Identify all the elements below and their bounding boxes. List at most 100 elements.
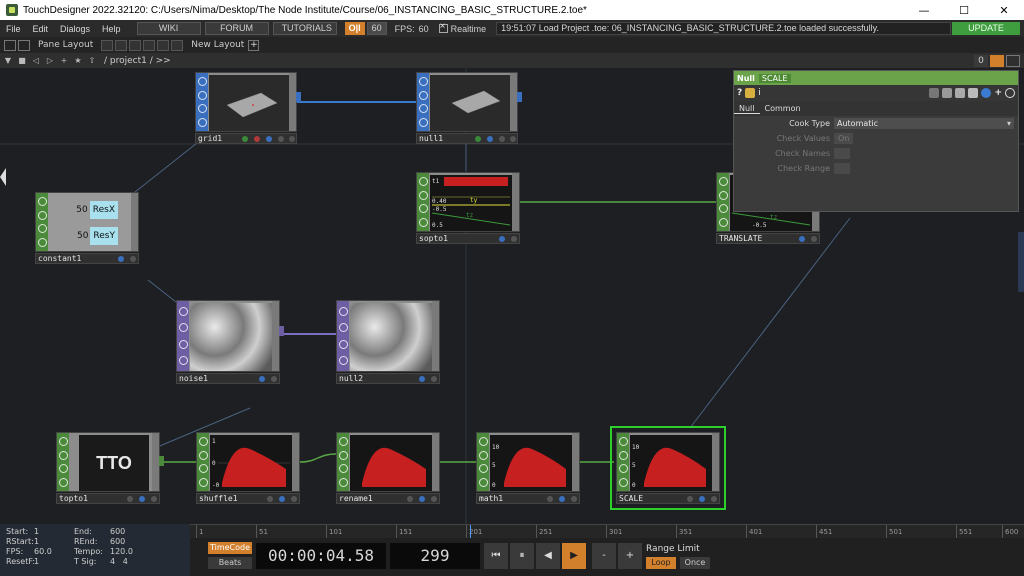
- layout-slot-3[interactable]: [129, 39, 142, 51]
- eraser-icon[interactable]: [955, 88, 966, 98]
- pane-split-icon-2[interactable]: [18, 39, 30, 51]
- node-flag-strip[interactable]: [617, 433, 629, 491]
- node-rename1[interactable]: rename1: [336, 432, 440, 504]
- menu-edit[interactable]: Edit: [27, 24, 55, 34]
- node-scale-selected[interactable]: 10 5 0 SCALE: [610, 426, 726, 510]
- add-icon[interactable]: +: [58, 55, 70, 66]
- loop-button[interactable]: Loop: [646, 557, 676, 569]
- menu-dialogs[interactable]: Dialogs: [54, 24, 96, 34]
- tsig-value-b[interactable]: 4: [123, 557, 128, 566]
- fps-value[interactable]: 60.0: [34, 547, 74, 556]
- pause-icon[interactable]: ⏸: [510, 543, 534, 569]
- add-icon[interactable]: +: [994, 88, 1002, 98]
- menu-file[interactable]: File: [0, 24, 27, 34]
- step-minus-button[interactable]: -: [592, 543, 616, 569]
- node-output-connector[interactable]: [517, 92, 522, 102]
- edit-icon[interactable]: [929, 88, 940, 98]
- timecode-display[interactable]: 00:00:04.58: [256, 543, 386, 569]
- forum-button[interactable]: FORUM: [204, 22, 269, 35]
- node-flag-strip[interactable]: [337, 433, 349, 491]
- node-flag-strip[interactable]: [337, 301, 349, 371]
- help-icon[interactable]: ?: [737, 88, 742, 98]
- node-name[interactable]: rename1: [339, 494, 373, 504]
- node-flag-strip[interactable]: [417, 73, 429, 131]
- cook-type-select[interactable]: Automatic: [834, 118, 1014, 129]
- right-edge-tab[interactable]: [1018, 232, 1024, 292]
- tab-common[interactable]: Common: [760, 104, 806, 113]
- step-plus-button[interactable]: +: [618, 543, 642, 569]
- node-name[interactable]: grid1: [198, 134, 222, 144]
- timeline-ruler[interactable]: 1 51 101 151 201 251 301 351 401 451 501…: [190, 524, 1024, 539]
- bookmark-star-icon[interactable]: ★: [72, 55, 84, 66]
- node-name[interactable]: sopto1: [419, 234, 448, 244]
- node-output-connector[interactable]: [296, 92, 301, 102]
- operator-name[interactable]: SCALE: [758, 73, 791, 83]
- tutorials-button[interactable]: TUTORIALS: [272, 22, 337, 35]
- node-name[interactable]: topto1: [59, 494, 88, 504]
- node-noise1[interactable]: noise1: [176, 300, 284, 384]
- node-shuffle1[interactable]: 1 0 -0 shuffle1: [196, 432, 300, 504]
- tempo-value[interactable]: 120.0: [110, 547, 150, 556]
- view-mode-button[interactable]: [990, 54, 1004, 67]
- node-flag-strip[interactable]: [717, 173, 729, 231]
- node-name[interactable]: null2: [339, 374, 363, 384]
- menu-help[interactable]: Help: [96, 24, 127, 34]
- stop-icon[interactable]: ■: [16, 55, 28, 66]
- node-output-connector[interactable]: [279, 326, 284, 336]
- node-flag-strip[interactable]: [57, 433, 69, 491]
- layout-slot-4[interactable]: [143, 39, 156, 51]
- close-button[interactable]: ✕: [984, 4, 1024, 17]
- view-mode-button-2[interactable]: [1006, 54, 1020, 67]
- resetf-value[interactable]: 1: [34, 557, 74, 566]
- node-name[interactable]: SCALE: [619, 494, 643, 504]
- node-name[interactable]: constant1: [38, 254, 81, 264]
- node-math1[interactable]: 10 5 0 math1: [476, 432, 580, 504]
- once-button[interactable]: Once: [680, 557, 710, 569]
- layout-slot-6[interactable]: [171, 39, 184, 51]
- network-path[interactable]: / project1 / >>: [104, 56, 171, 66]
- python-icon[interactable]: [745, 88, 756, 98]
- frame-display[interactable]: 299: [390, 543, 480, 569]
- node-grid1[interactable]: grid1: [195, 72, 301, 144]
- check-range-toggle[interactable]: [834, 163, 850, 174]
- realtime-checkbox[interactable]: [438, 21, 448, 33]
- forward-icon[interactable]: ▷: [44, 55, 56, 66]
- node-name[interactable]: shuffle1: [199, 494, 238, 504]
- layout-slot-1[interactable]: [101, 39, 114, 51]
- timeline-playhead[interactable]: [470, 525, 471, 539]
- layout-slot-5[interactable]: [157, 39, 170, 51]
- node-null1[interactable]: null1: [416, 72, 522, 144]
- play-icon[interactable]: ▶: [562, 543, 586, 569]
- tab-null[interactable]: Null: [734, 104, 760, 114]
- beats-button[interactable]: Beats: [208, 557, 252, 569]
- node-name[interactable]: noise1: [179, 374, 208, 384]
- step-back-icon[interactable]: ◀: [536, 543, 560, 569]
- node-flag-strip[interactable]: [36, 193, 48, 251]
- target-icon[interactable]: [1005, 88, 1015, 98]
- up-arrow-icon[interactable]: ⇧: [86, 55, 98, 66]
- node-name[interactable]: null1: [419, 134, 443, 144]
- minimize-button[interactable]: —: [904, 4, 944, 17]
- menu-arrow-icon[interactable]: ▼: [2, 55, 14, 66]
- maximize-button[interactable]: ☐: [944, 4, 984, 17]
- rend-value[interactable]: 600: [110, 537, 150, 546]
- check-names-toggle[interactable]: [834, 148, 850, 159]
- timecode-button[interactable]: TimeCode: [208, 542, 252, 554]
- tsig-value-a[interactable]: 4: [110, 557, 115, 566]
- node-flag-strip[interactable]: [477, 433, 489, 491]
- node-topto1[interactable]: TTO topto1: [56, 432, 164, 504]
- node-constant1[interactable]: 50 ResX 50 ResY constant1: [35, 192, 139, 264]
- node-flag-strip[interactable]: [197, 433, 209, 491]
- start-value[interactable]: 1: [34, 527, 74, 536]
- fps-cap-button[interactable]: 60: [366, 22, 387, 35]
- info-icon[interactable]: i: [758, 88, 761, 98]
- wiki-button[interactable]: WIKI: [136, 22, 201, 35]
- parameter-dialog[interactable]: Null SCALE ? i + Null Common Cook Type A…: [733, 70, 1019, 212]
- check-values-toggle[interactable]: On: [834, 133, 854, 144]
- node-name[interactable]: math1: [479, 494, 503, 504]
- pane-split-icon[interactable]: [4, 39, 16, 51]
- layout-slot-2[interactable]: [115, 39, 128, 51]
- comment-icon[interactable]: [942, 88, 953, 98]
- rewind-icon[interactable]: ⏮: [484, 543, 508, 569]
- update-button[interactable]: UPDATE: [952, 22, 1020, 35]
